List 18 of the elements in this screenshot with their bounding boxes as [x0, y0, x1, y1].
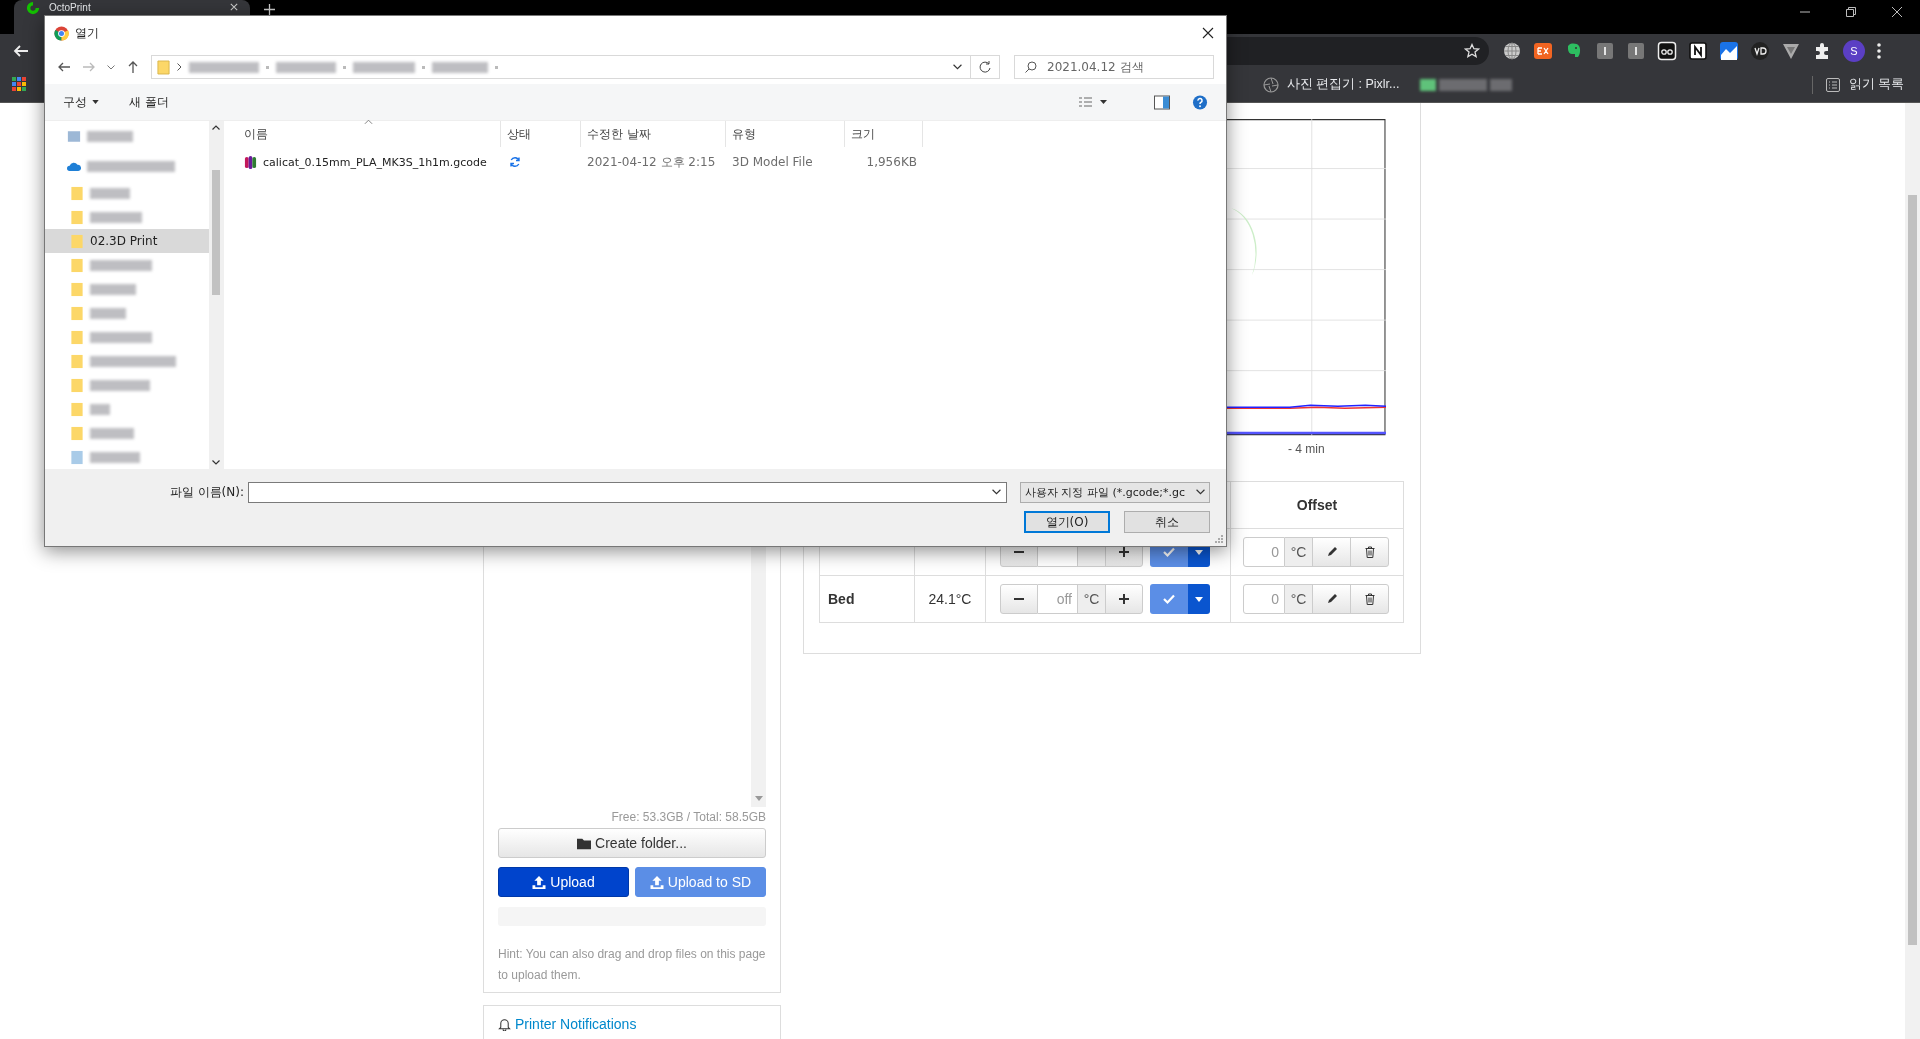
unit-addon: °C	[1078, 584, 1106, 614]
storage-info: Free: 53.3GB / Total: 58.5GB	[610, 810, 766, 824]
graph-axis-label: - 4 min	[1288, 442, 1325, 456]
column-header: Offset	[1230, 482, 1403, 528]
reading-list-label: 읽기 목록	[1848, 76, 1904, 93]
file-size: 1,956KB	[866, 155, 917, 169]
file-type: 3D Model File	[732, 155, 813, 169]
file-name: calicat_0.15mm_PLA_MK3S_1h1m.gcode	[263, 155, 487, 169]
hint-text: Hint: You can also drag and drop files on this page to upload them.	[498, 946, 766, 984]
actual-temperature: 24.1°C	[928, 591, 972, 607]
tab-title: OctoPrint	[49, 2, 91, 13]
unit-addon: °C	[1285, 537, 1313, 567]
unit-addon: °C	[1285, 584, 1313, 614]
heater-name: Bed	[828, 591, 855, 607]
modified-date: 2021-04-12 오후 2:15	[587, 153, 716, 171]
file-name-label: 파일 이름(N):	[168, 483, 245, 501]
bookmark-label: 사진 편집기 : Pixlr...	[1286, 76, 1400, 93]
dialog-title: 열기	[75, 24, 99, 42]
